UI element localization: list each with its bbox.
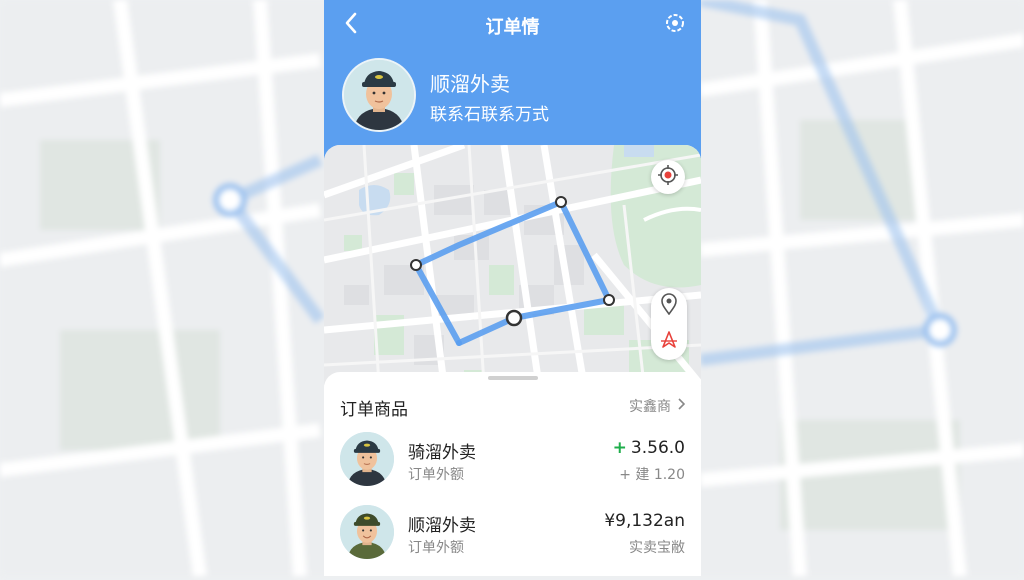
merchant-link[interactable]: 实鑫商 [629, 396, 686, 416]
item-extra: 实卖宝敝 [629, 540, 685, 556]
rider-avatar [342, 58, 416, 132]
nav-bar: 订单情 [324, 0, 701, 50]
item-price: ¥9,132an [604, 511, 685, 531]
section-title: 订单商品 [340, 400, 408, 420]
item-avatar [340, 432, 394, 486]
list-item[interactable]: 骑溜外卖 订单外额 +3.56.0 + 建 1.20 [340, 432, 685, 492]
item-extra: + 建 1.20 [619, 467, 685, 483]
phone-screen: 订单情 顺溜外卖 联系石联系万式 订单商品 实鑫商 骑溜外卖 订单外额 + 3.… [324, 0, 701, 576]
price-value: ¥9,132an [604, 511, 685, 531]
item-avatar [340, 505, 394, 559]
rider-name: 顺溜外卖 [430, 72, 510, 96]
chevron-right-icon [677, 398, 686, 414]
target-icon [657, 164, 679, 190]
page-title: 订单情 [485, 17, 540, 38]
location-pin-button[interactable] [651, 288, 687, 324]
item-name: 顺溜外卖 [408, 516, 476, 536]
navigation-button[interactable] [651, 324, 687, 360]
item-name: 骑溜外卖 [408, 443, 476, 463]
order-sheet: 订单商品 实鑫商 骑溜外卖 订单外额 + 3.56.0 + 建 1.20 顺溜外… [324, 372, 701, 576]
item-subtitle: 订单外额 [408, 540, 464, 556]
route-map[interactable] [324, 145, 701, 385]
rider-card: 顺溜外卖 联系石联系万式 [342, 58, 682, 132]
merchant-link-label: 实鑫商 [629, 399, 671, 415]
location-pin-icon [660, 293, 678, 319]
locate-button[interactable] [651, 160, 685, 194]
navigation-icon [659, 330, 679, 354]
price-prefix: + [612, 438, 627, 458]
price-value: 3.56.0 [630, 438, 685, 458]
settings-button[interactable] [661, 11, 689, 39]
settings-icon [663, 11, 687, 39]
item-price: +3.56.0 [613, 438, 685, 458]
map-toolbar [651, 288, 687, 360]
drag-handle[interactable] [488, 376, 538, 380]
list-item[interactable]: 顺溜外卖 订单外额 ¥9,132an 实卖宝敝 [340, 505, 685, 565]
rider-contact[interactable]: 联系石联系万式 [430, 100, 549, 125]
header: 订单情 顺溜外卖 联系石联系万式 [324, 0, 701, 160]
item-subtitle: 订单外额 [408, 467, 464, 483]
